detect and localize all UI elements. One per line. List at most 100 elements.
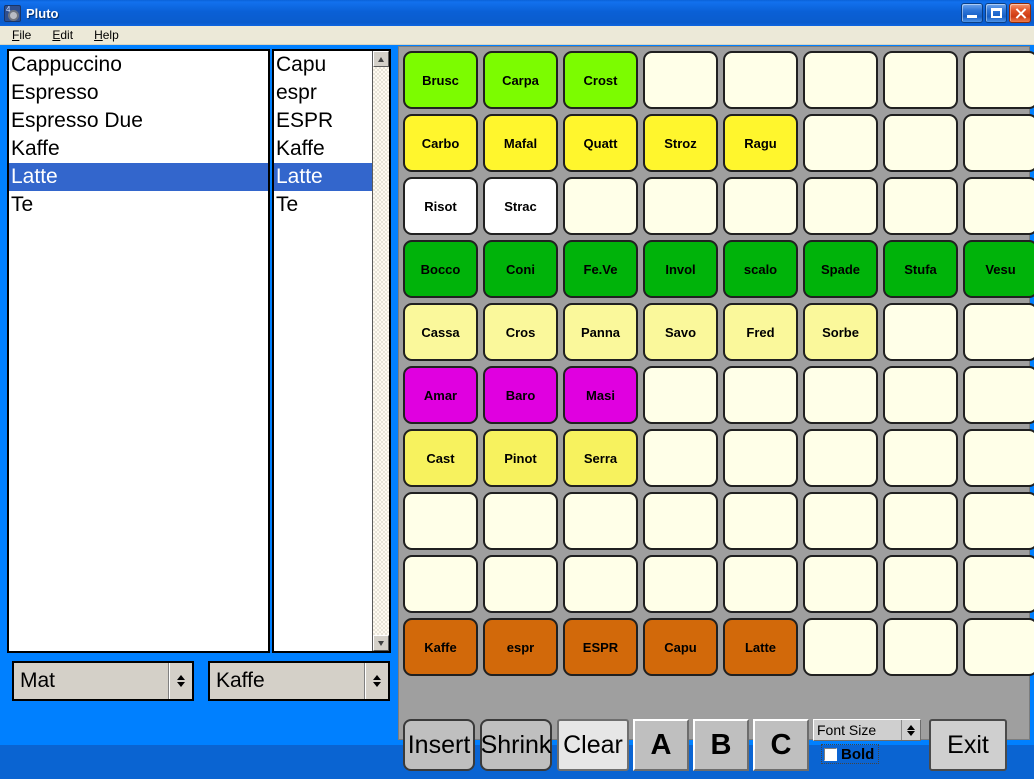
grid-button-empty[interactable] [963, 366, 1034, 424]
combo-subcategory[interactable]: Kaffe [208, 661, 390, 701]
grid-button[interactable]: Fred [723, 303, 798, 361]
grid-button[interactable]: Mafal [483, 114, 558, 172]
grid-button-empty[interactable] [803, 429, 878, 487]
grid-button-empty[interactable] [963, 492, 1034, 550]
grid-button-empty[interactable] [403, 555, 478, 613]
grid-button-empty[interactable] [963, 177, 1034, 235]
grid-button-empty[interactable] [803, 51, 878, 109]
grid-button-empty[interactable] [883, 492, 958, 550]
grid-button[interactable]: Spade [803, 240, 878, 298]
grid-button[interactable]: Carpa [483, 51, 558, 109]
grid-button-empty[interactable] [643, 555, 718, 613]
vertical-scrollbar[interactable] [372, 51, 389, 651]
combo-subcategory-spinner[interactable] [365, 663, 388, 699]
letter-c-button[interactable]: C [753, 719, 809, 771]
grid-button-empty[interactable] [483, 492, 558, 550]
list-secondary-item[interactable]: Capu [274, 51, 372, 79]
grid-button[interactable]: Serra [563, 429, 638, 487]
grid-button[interactable]: Brusc [403, 51, 478, 109]
grid-button[interactable]: Ragu [723, 114, 798, 172]
list-primary-item[interactable]: Latte [9, 163, 268, 191]
list-primary[interactable]: Cappuccino Espresso Espresso Due Kaffe Latte… [7, 49, 270, 653]
scroll-down-arrow[interactable] [373, 635, 389, 651]
grid-button-empty[interactable] [883, 429, 958, 487]
grid-button-empty[interactable] [723, 492, 798, 550]
shrink-button[interactable]: Shrink [480, 719, 552, 771]
list-primary-item[interactable]: Te [9, 191, 268, 219]
list-secondary-item[interactable]: Latte [274, 163, 372, 191]
menu-item-edit[interactable]: Edit [43, 27, 82, 43]
minimize-button[interactable] [961, 3, 983, 23]
grid-button[interactable]: ESPR [563, 618, 638, 676]
grid-button-empty[interactable] [723, 177, 798, 235]
font-size-spinner[interactable] [901, 720, 920, 740]
grid-button[interactable]: Vesu [963, 240, 1034, 298]
grid-button-empty[interactable] [723, 51, 798, 109]
grid-button[interactable]: Fe.Ve [563, 240, 638, 298]
grid-button[interactable]: scalo [723, 240, 798, 298]
grid-button[interactable]: Kaffe [403, 618, 478, 676]
grid-button[interactable]: Baro [483, 366, 558, 424]
grid-button[interactable]: espr [483, 618, 558, 676]
grid-button-empty[interactable] [563, 177, 638, 235]
list-secondary[interactable]: Capu espr ESPR Kaffe Latte Te [272, 49, 391, 653]
list-primary-item[interactable]: Kaffe [9, 135, 268, 163]
grid-button[interactable]: Masi [563, 366, 638, 424]
grid-button-empty[interactable] [643, 366, 718, 424]
exit-button[interactable]: Exit [929, 719, 1007, 771]
grid-button[interactable]: Carbo [403, 114, 478, 172]
letter-b-button[interactable]: B [693, 719, 749, 771]
grid-button[interactable]: Risot [403, 177, 478, 235]
grid-button-empty[interactable] [563, 555, 638, 613]
maximize-button[interactable] [985, 3, 1007, 23]
grid-button-empty[interactable] [643, 429, 718, 487]
list-secondary-item[interactable]: Kaffe [274, 135, 372, 163]
grid-button-empty[interactable] [963, 114, 1034, 172]
grid-button[interactable]: Latte [723, 618, 798, 676]
grid-button-empty[interactable] [803, 492, 878, 550]
grid-button-empty[interactable] [643, 177, 718, 235]
letter-a-button[interactable]: A [633, 719, 689, 771]
grid-button[interactable]: Pinot [483, 429, 558, 487]
combo-category[interactable]: Mat [12, 661, 194, 701]
grid-button-empty[interactable] [723, 366, 798, 424]
grid-button-empty[interactable] [963, 555, 1034, 613]
grid-button-empty[interactable] [803, 618, 878, 676]
grid-button-empty[interactable] [883, 303, 958, 361]
grid-button-empty[interactable] [723, 429, 798, 487]
grid-button-empty[interactable] [963, 429, 1034, 487]
list-primary-item[interactable]: Espresso Due [9, 107, 268, 135]
scroll-up-arrow[interactable] [373, 51, 389, 67]
grid-button-empty[interactable] [643, 492, 718, 550]
bold-checkbox-row[interactable]: Bold [821, 744, 880, 764]
grid-button-empty[interactable] [963, 618, 1034, 676]
grid-button[interactable]: Bocco [403, 240, 478, 298]
grid-button[interactable]: Invol [643, 240, 718, 298]
grid-button-empty[interactable] [963, 303, 1034, 361]
insert-button[interactable]: Insert [403, 719, 475, 771]
grid-button[interactable]: Coni [483, 240, 558, 298]
grid-button-empty[interactable] [563, 492, 638, 550]
grid-button[interactable]: Stufa [883, 240, 958, 298]
grid-button-empty[interactable] [883, 618, 958, 676]
grid-button[interactable]: Cassa [403, 303, 478, 361]
grid-button[interactable]: Crost [563, 51, 638, 109]
grid-button-empty[interactable] [803, 366, 878, 424]
grid-button[interactable]: Amar [403, 366, 478, 424]
close-button[interactable] [1009, 3, 1031, 23]
grid-button-empty[interactable] [883, 51, 958, 109]
grid-button-empty[interactable] [723, 555, 798, 613]
grid-button[interactable]: Strac [483, 177, 558, 235]
grid-button[interactable]: Cast [403, 429, 478, 487]
grid-button-empty[interactable] [883, 366, 958, 424]
grid-button[interactable]: Sorbe [803, 303, 878, 361]
grid-button[interactable]: Capu [643, 618, 718, 676]
grid-button[interactable]: Stroz [643, 114, 718, 172]
grid-button-empty[interactable] [883, 177, 958, 235]
grid-button-empty[interactable] [643, 51, 718, 109]
font-size-select[interactable]: Font Size [813, 719, 921, 741]
grid-button-empty[interactable] [963, 51, 1034, 109]
grid-button-empty[interactable] [883, 114, 958, 172]
grid-button-empty[interactable] [803, 114, 878, 172]
grid-button[interactable]: Savo [643, 303, 718, 361]
